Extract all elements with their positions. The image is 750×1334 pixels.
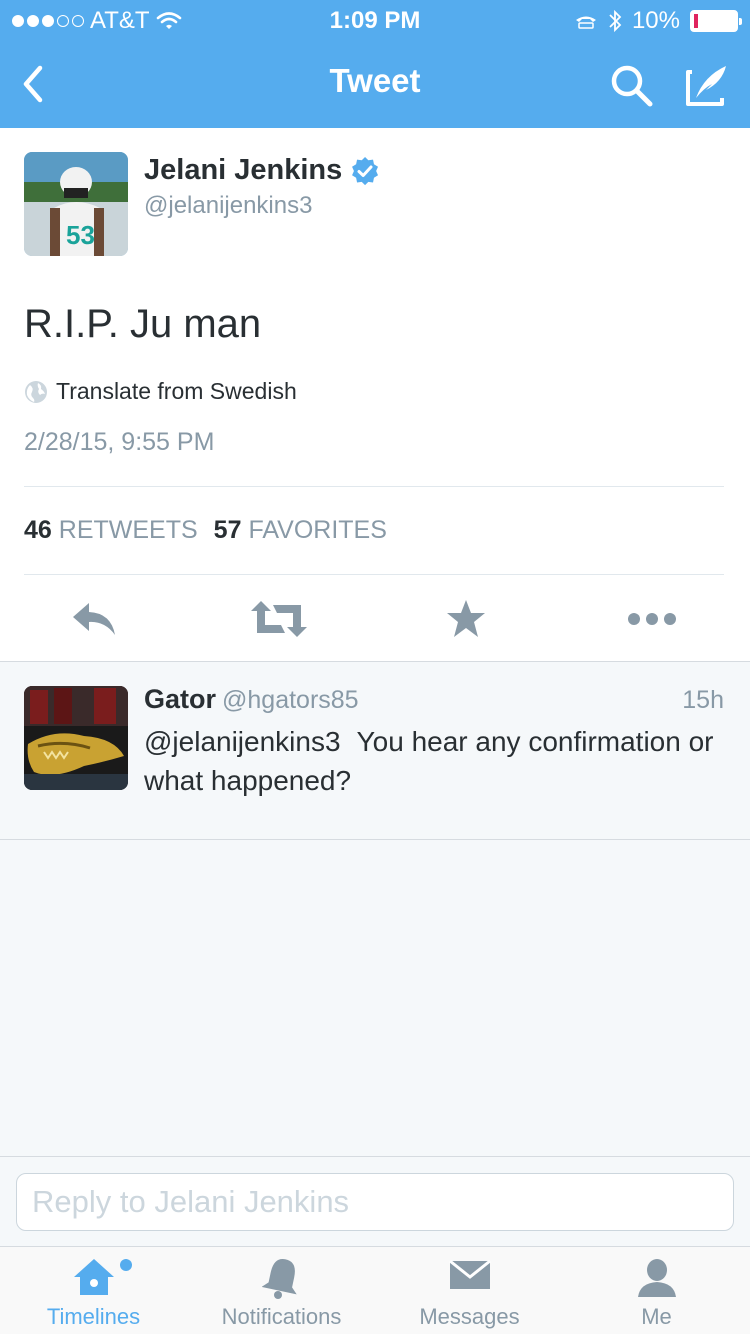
- favorite-star-icon: [447, 600, 485, 637]
- more-icon: [628, 613, 676, 625]
- retweet-icon: [251, 601, 307, 637]
- tweet-text: R.I.P. Ju man: [24, 302, 262, 346]
- reply-input[interactable]: [16, 1173, 734, 1231]
- reply-tweet[interactable]: Gator @hgators85 15h @jelanijenkins3 You h…: [0, 662, 750, 840]
- reply-author-avatar[interactable]: [24, 686, 128, 790]
- battery-percent: 10%: [631, 7, 680, 34]
- favorites-stat[interactable]: 57 FAVORITES: [214, 516, 387, 545]
- tab-label: Messages: [419, 1304, 520, 1329]
- favorites-count[interactable]: 57: [214, 516, 242, 544]
- tab-messages[interactable]: Messages: [376, 1247, 563, 1334]
- tweet-timestamp: 2/28/15, 9:55 PM: [24, 428, 215, 456]
- reply-text: @jelanijenkins3 You hear any confirmation…: [144, 722, 734, 800]
- reply-header: Gator @hgators85: [144, 684, 359, 715]
- reply-button[interactable]: [64, 594, 124, 644]
- compose-icon[interactable]: [682, 60, 730, 110]
- new-content-dot: [120, 1259, 132, 1271]
- reply-icon: [73, 603, 115, 635]
- bell-icon: [261, 1259, 297, 1299]
- tweet-stats: 46 RETWEETS 57 FAVORITES: [24, 516, 387, 545]
- translate-label[interactable]: Translate from Swedish: [56, 378, 297, 405]
- tab-label: Notifications: [221, 1304, 342, 1329]
- retweets-stat[interactable]: 46 RETWEETS: [24, 516, 198, 545]
- translate-link[interactable]: Translate from Swedish: [24, 378, 297, 405]
- author-avatar[interactable]: 53: [24, 152, 128, 256]
- battery-icon: [690, 10, 742, 32]
- author-handle[interactable]: @jelanijenkins3: [144, 192, 312, 220]
- navigation-bar: Tweet: [0, 40, 750, 128]
- status-bar: AT&T 1:09 PM 10%: [0, 0, 750, 40]
- reply-mention-link[interactable]: @jelanijenkins3: [144, 726, 341, 757]
- envelope-icon: [448, 1259, 491, 1289]
- retweets-label[interactable]: RETWEETS: [59, 516, 198, 544]
- reply-bar: [0, 1156, 750, 1246]
- more-button[interactable]: [622, 594, 682, 644]
- reply-author-name[interactable]: Gator: [144, 684, 216, 714]
- search-icon[interactable]: [608, 62, 656, 110]
- verified-badge-icon: [352, 156, 379, 185]
- battery-level: [694, 14, 698, 28]
- author-name[interactable]: Jelani Jenkins: [144, 154, 380, 187]
- divider: [24, 486, 724, 487]
- tweet-detail: 53 Jelani Jenkins @jelanijenkins3 R.I.P.…: [0, 128, 750, 662]
- bluetooth-icon: [609, 9, 622, 33]
- reply-time: 15h: [682, 686, 724, 714]
- tab-me[interactable]: Me: [563, 1247, 750, 1334]
- home-icon: [73, 1259, 114, 1295]
- svg-text:53: 53: [66, 220, 95, 250]
- retweet-button[interactable]: [249, 594, 309, 644]
- tab-label: Timelines: [46, 1304, 141, 1329]
- favorites-label[interactable]: FAVORITES: [248, 516, 386, 544]
- author-name-text[interactable]: Jelani Jenkins: [144, 154, 342, 187]
- globe-icon: [25, 380, 47, 403]
- tab-label: Me: [641, 1304, 672, 1329]
- divider: [24, 574, 724, 575]
- reply-author-handle[interactable]: @hgators85: [222, 686, 359, 714]
- tab-timelines[interactable]: Timelines: [0, 1247, 187, 1334]
- tab-notifications[interactable]: Notifications: [188, 1247, 375, 1334]
- tab-bar: Timelines Notifications Messages Me: [0, 1246, 750, 1334]
- retweets-count[interactable]: 46: [24, 516, 52, 544]
- person-icon: [637, 1259, 676, 1297]
- tty-icon: [575, 16, 596, 29]
- favorite-button[interactable]: [436, 594, 496, 644]
